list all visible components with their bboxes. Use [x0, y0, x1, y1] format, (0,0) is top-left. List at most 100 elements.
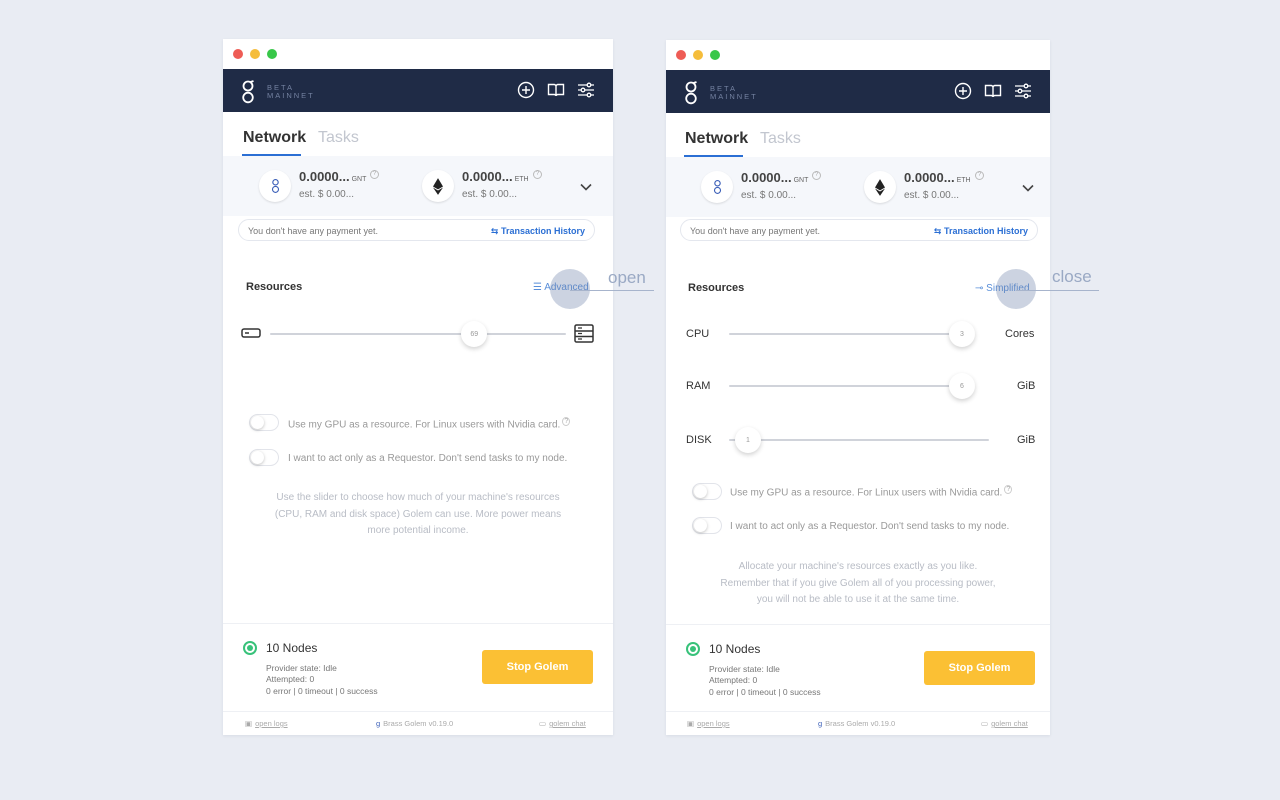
- payment-text: You don't have any payment yet.: [690, 226, 820, 236]
- book-icon[interactable]: [984, 82, 1002, 100]
- golem-logo-icon: g: [818, 719, 823, 728]
- chat-icon: ▭: [981, 719, 989, 728]
- plus-circle-icon[interactable]: [517, 81, 535, 99]
- requestor-option-text: I want to act only as a Requestor. Don't…: [730, 521, 1010, 532]
- gpu-toggle[interactable]: [249, 414, 279, 431]
- cpu-label: CPU: [686, 328, 710, 340]
- help-icon[interactable]: ?: [370, 170, 379, 179]
- book-icon[interactable]: [547, 81, 565, 99]
- network-label: BETA MAINNET: [267, 83, 315, 100]
- tab-network[interactable]: Network: [685, 130, 748, 148]
- payment-notice: You don't have any payment yet. ⇆ Transa…: [238, 219, 595, 241]
- app-header: BETA MAINNET: [223, 69, 613, 112]
- eth-amount: 0.0000... ETH: [904, 170, 971, 185]
- stop-golem-button[interactable]: Stop Golem: [482, 650, 593, 684]
- provider-state: Provider state: Idle: [266, 663, 337, 673]
- title-bar: [666, 40, 1050, 70]
- chat-icon: ▭: [539, 719, 547, 728]
- gpu-option-text: Use my GPU as a resource. For Linux user…: [288, 417, 571, 431]
- golem-logo-icon: [685, 81, 697, 105]
- settings-sliders-icon[interactable]: [1014, 82, 1032, 100]
- gnt-coin-icon: [701, 171, 733, 203]
- disk-slider-track[interactable]: [729, 439, 989, 441]
- tab-tasks[interactable]: Tasks: [760, 130, 801, 148]
- power-slider-track[interactable]: [270, 333, 566, 335]
- ram-label: RAM: [686, 380, 711, 392]
- resources-title: Resources: [246, 281, 303, 293]
- resources-title: Resources: [688, 282, 745, 294]
- tab-network[interactable]: Network: [243, 129, 306, 147]
- ram-unit: GiB: [1017, 380, 1036, 392]
- gnt-amount: 0.0000... GNT: [299, 169, 367, 184]
- close-window-button[interactable]: [676, 50, 686, 60]
- tab-bar: Network Tasks: [666, 113, 1050, 157]
- close-window-button[interactable]: [233, 49, 243, 59]
- transaction-history-link[interactable]: ⇆ Transaction History: [934, 226, 1028, 237]
- open-logs-link[interactable]: ▣ open logs: [245, 719, 288, 728]
- nodes-count: 10 Nodes: [709, 642, 761, 656]
- cpu-slider-knob[interactable]: 3: [949, 321, 975, 347]
- tab-tasks[interactable]: Tasks: [318, 129, 359, 147]
- close-annotation: close: [1052, 267, 1092, 286]
- footer: ▣ open logs g Brass Golem v0.19.0 ▭ golem c…: [666, 711, 1050, 735]
- status-indicator-icon: [243, 641, 257, 655]
- help-icon[interactable]: ?: [533, 170, 542, 179]
- disk-slider-knob[interactable]: 1: [735, 427, 761, 453]
- network-label: BETA MAINNET: [710, 84, 758, 101]
- stop-golem-button[interactable]: Stop Golem: [924, 651, 1035, 685]
- minimize-window-button[interactable]: [250, 49, 260, 59]
- payment-text: You don't have any payment yet.: [248, 226, 378, 236]
- gnt-est-value: est. $ 0.00...: [741, 190, 797, 201]
- tab-bar: Network Tasks: [223, 112, 613, 156]
- eth-est-value: est. $ 0.00...: [904, 190, 960, 201]
- golem-chat-link[interactable]: ▭ golem chat: [981, 719, 1028, 728]
- gnt-amount: 0.0000... GNT: [741, 170, 809, 185]
- low-power-icon: [241, 328, 261, 338]
- terminal-icon: ▣: [687, 719, 695, 728]
- plus-circle-icon[interactable]: [954, 82, 972, 100]
- eth-est-value: est. $ 0.00...: [462, 189, 518, 200]
- info-text: Allocate your machine's resources exactl…: [720, 561, 996, 605]
- version-label: g Brass Golem v0.19.0: [376, 719, 454, 728]
- high-power-icon: [574, 324, 594, 343]
- balance-panel: 0.0000... GNT ? est. $ 0.00... 0.0000... E…: [223, 156, 613, 216]
- chevron-down-icon[interactable]: [1021, 181, 1035, 195]
- power-slider-knob[interactable]: 69: [461, 321, 488, 347]
- help-icon[interactable]: ?: [812, 171, 821, 180]
- golem-chat-link[interactable]: ▭ golem chat: [539, 719, 586, 728]
- maximize-window-button[interactable]: [710, 50, 720, 60]
- transaction-history-link[interactable]: ⇆ Transaction History: [491, 226, 585, 237]
- requestor-toggle[interactable]: [692, 517, 722, 534]
- terminal-icon: ▣: [245, 719, 253, 728]
- help-icon[interactable]: ?: [975, 171, 984, 180]
- info-text: Use the slider to choose how much of you…: [274, 492, 562, 536]
- disk-unit: GiB: [1017, 434, 1036, 446]
- minimize-window-button[interactable]: [693, 50, 703, 60]
- status-panel: 10 Nodes Provider state: Idle Attempted:…: [223, 623, 613, 711]
- settings-sliders-icon[interactable]: [577, 81, 595, 99]
- tap-indicator: [550, 269, 590, 309]
- chevron-down-icon[interactable]: [579, 180, 593, 194]
- ram-slider-knob[interactable]: 6: [949, 373, 975, 399]
- annotation-line: [570, 290, 654, 291]
- cpu-slider-track[interactable]: [729, 333, 975, 335]
- gpu-option-text: Use my GPU as a resource. For Linux user…: [730, 485, 1013, 499]
- requestor-toggle[interactable]: [249, 449, 279, 466]
- version-label: g Brass Golem v0.19.0: [818, 719, 896, 728]
- provider-state: Provider state: Idle: [709, 664, 780, 674]
- ram-slider-track[interactable]: [729, 385, 975, 387]
- annotation-line: [1016, 290, 1099, 291]
- payment-notice: You don't have any payment yet. ⇆ Transa…: [680, 219, 1038, 241]
- app-window-advanced: BETA MAINNET Network Tasks 0.0000... GNT …: [666, 40, 1050, 735]
- balance-panel: 0.0000... GNT ? est. $ 0.00... 0.0000... E…: [666, 157, 1050, 217]
- gpu-toggle[interactable]: [692, 483, 722, 500]
- footer: ▣ open logs g Brass Golem v0.19.0 ▭ golem c…: [223, 711, 613, 735]
- cpu-unit: Cores: [1005, 328, 1035, 340]
- app-window-simplified: BETA MAINNET Network Tasks 0.0000... GNT …: [223, 39, 613, 735]
- maximize-window-button[interactable]: [267, 49, 277, 59]
- status-indicator-icon: [686, 642, 700, 656]
- gnt-est-value: est. $ 0.00...: [299, 189, 355, 200]
- open-logs-link[interactable]: ▣ open logs: [687, 719, 730, 728]
- gnt-coin-icon: [259, 170, 291, 202]
- status-panel: 10 Nodes Provider state: Idle Attempted:…: [666, 624, 1050, 712]
